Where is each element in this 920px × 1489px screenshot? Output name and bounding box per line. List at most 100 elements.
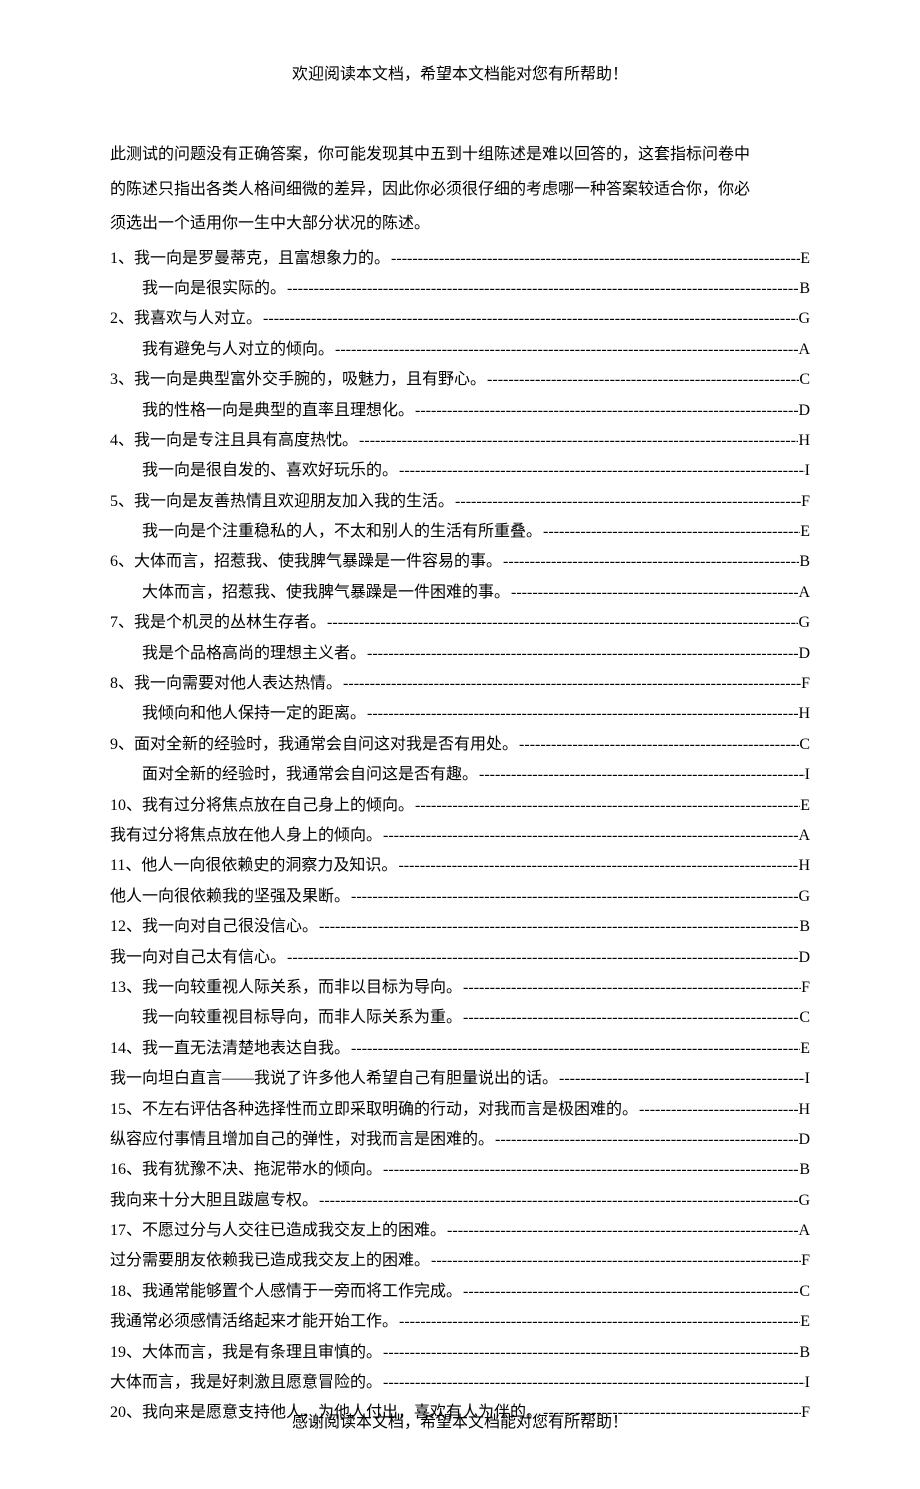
question-number: 3、 — [110, 365, 134, 395]
question-number: 8、 — [110, 669, 134, 699]
question-line: 我一向对自己太有信心。D — [110, 943, 810, 973]
answer-code: H — [798, 699, 810, 729]
answer-code: E — [800, 244, 810, 274]
statement-text: 我一向是罗曼蒂克，且富想象力的。 — [134, 244, 390, 274]
question-number: 11、 — [110, 851, 141, 881]
answer-code: A — [798, 821, 810, 851]
answer-code: C — [799, 730, 810, 760]
statement-text: 我通常必须感情活络起来才能开始工作。 — [110, 1307, 398, 1337]
answer-code: F — [801, 973, 810, 1003]
question-line: 11、他人一向很依赖史的洞察力及知识。 H — [110, 851, 810, 881]
leader-dashes — [326, 608, 798, 638]
statement-text: 大体而言，招惹我、使我脾气暴躁是一件容易的事。 — [134, 547, 502, 577]
question-line: 18、我通常能够置个人感情于一旁而将工作完成。C — [110, 1277, 810, 1307]
question-line: 16、我有犹豫不决、拖泥带水的倾向。B — [110, 1155, 810, 1185]
question-line: 我向来十分大胆且跋扈专权。G — [110, 1186, 810, 1216]
question-number: 5、 — [110, 487, 134, 517]
question-number: 9、 — [110, 730, 134, 760]
leader-dashes — [462, 973, 801, 1003]
leader-dashes — [398, 1307, 800, 1337]
answer-code: B — [799, 547, 810, 577]
question-line: 他人一向很依赖我的坚强及果断。G — [110, 882, 810, 912]
answer-code: B — [799, 912, 810, 942]
leader-dashes — [318, 912, 799, 942]
answer-code: F — [801, 669, 810, 699]
statement-text: 我一向是友善热情且欢迎朋友加入我的生活。 — [134, 487, 454, 517]
answer-code: D — [798, 639, 810, 669]
statement-text: 我有避免与人对立的倾向。 — [142, 335, 334, 365]
answer-code: H — [798, 851, 810, 881]
question-line: 2、我喜欢与人对立。G — [110, 304, 810, 334]
question-line: 14、我一直无法清楚地表达自我。E — [110, 1034, 810, 1064]
question-line: 5、我一向是友善热情且欢迎朋友加入我的生活。 F — [110, 487, 810, 517]
question-line: 我一向是个注重稳私的人，不太和别人的生活有所重叠。E — [110, 517, 810, 547]
leader-dashes — [398, 456, 805, 486]
statement-text: 我是个机灵的丛林生存者。 — [134, 608, 326, 638]
answer-code: C — [799, 1003, 810, 1033]
question-number: 19、 — [110, 1338, 142, 1368]
question-line: 6、大体而言，招惹我、使我脾气暴躁是一件容易的事。B — [110, 547, 810, 577]
question-number: 4、 — [110, 426, 134, 456]
questions-list: 1、我一向是罗曼蒂克，且富想象力的。E我一向是很实际的。B2、我喜欢与人对立。G… — [110, 244, 810, 1429]
question-number: 7、 — [110, 608, 134, 638]
answer-code: F — [801, 487, 810, 517]
answer-code: D — [798, 396, 810, 426]
statement-text: 他人一向很依赖史的洞察力及知识。 — [141, 851, 397, 881]
statement-text: 我一向较重视目标导向，而非人际关系为重。 — [142, 1003, 462, 1033]
answer-code: I — [805, 760, 810, 790]
leader-dashes — [286, 943, 798, 973]
document-page: 欢迎阅读本文档，希望本文档能对您有所帮助！ 此测试的问题没有正确答案，你可能发现… — [0, 0, 920, 1489]
answer-code: A — [798, 335, 810, 365]
question-line: 9、面对全新的经验时，我通常会自问这对我是否有用处。C — [110, 730, 810, 760]
answer-code: B — [799, 1155, 810, 1185]
question-line: 面对全新的经验时，我通常会自问这是否有趣。 I — [110, 760, 810, 790]
leader-dashes — [414, 396, 798, 426]
answer-code: I — [805, 1368, 810, 1398]
intro-line: 此测试的问题没有正确答案，你可能发现其中五到十组陈述是难以回答的，这套指标问卷中 — [110, 140, 810, 170]
leader-dashes — [478, 760, 805, 790]
question-number: 16、 — [110, 1155, 142, 1185]
question-number: 10、 — [110, 791, 142, 821]
leader-dashes — [350, 1034, 800, 1064]
question-line: 我倾向和他人保持一定的距离。H — [110, 699, 810, 729]
statement-text: 我通常能够置个人感情于一旁而将工作完成。 — [142, 1277, 462, 1307]
answer-code: F — [801, 1246, 810, 1276]
statement-text: 面对全新的经验时，我通常会自问这是否有趣。 — [142, 760, 478, 790]
leader-dashes — [486, 365, 799, 395]
answer-code: G — [798, 1186, 810, 1216]
footer-text: 感谢阅读本文档，希望本文档能对您有所帮助！ — [292, 1414, 628, 1431]
statement-text: 我一向是典型富外交手腕的，吸魅力，且有野心。 — [134, 365, 486, 395]
answer-code: B — [799, 1338, 810, 1368]
question-line: 纵容应付事情且增加自己的弹性，对我而言是困难的。D — [110, 1125, 810, 1155]
statement-text: 不愿过分与人交往已造成我交友上的困难。 — [142, 1216, 446, 1246]
question-line: 1、我一向是罗曼蒂克，且富想象力的。E — [110, 244, 810, 274]
question-line: 17、不愿过分与人交往已造成我交友上的困难。A — [110, 1216, 810, 1246]
question-number: 14、 — [110, 1034, 142, 1064]
leader-dashes — [390, 244, 800, 274]
leader-dashes — [454, 487, 801, 517]
question-line: 我一向是很自发的、喜欢好玩乐的。I — [110, 456, 810, 486]
statement-text: 我喜欢与人对立。 — [134, 304, 262, 334]
leader-dashes — [382, 1155, 799, 1185]
leader-dashes — [414, 791, 800, 821]
statement-text: 我一向是个注重稳私的人，不太和别人的生活有所重叠。 — [142, 517, 542, 547]
page-header: 欢迎阅读本文档，希望本文档能对您有所帮助！ — [110, 60, 810, 90]
intro-line: 须选出一个适用你一生中大部分状况的陈述。 — [110, 209, 810, 239]
question-line: 3、我一向是典型富外交手腕的，吸魅力，且有野心。C — [110, 365, 810, 395]
answer-code: H — [798, 1095, 810, 1125]
question-number: 17、 — [110, 1216, 142, 1246]
leader-dashes — [358, 426, 798, 456]
question-line: 15、不左右评估各种选择性而立即采取明确的行动，对我而言是极困难的。H — [110, 1095, 810, 1125]
intro-block: 此测试的问题没有正确答案，你可能发现其中五到十组陈述是难以回答的，这套指标问卷中… — [110, 140, 810, 239]
leader-dashes — [430, 1246, 801, 1276]
statement-text: 我是个品格高尚的理想主义者。 — [142, 639, 366, 669]
statement-text: 我有过分将焦点放在自己身上的倾向。 — [142, 791, 414, 821]
leader-dashes — [446, 1216, 798, 1246]
leader-dashes — [558, 1064, 805, 1094]
leader-dashes — [518, 730, 799, 760]
leader-dashes — [334, 335, 798, 365]
leader-dashes — [510, 578, 798, 608]
leader-dashes — [382, 1368, 805, 1398]
leader-dashes — [462, 1277, 799, 1307]
answer-code: G — [798, 608, 810, 638]
